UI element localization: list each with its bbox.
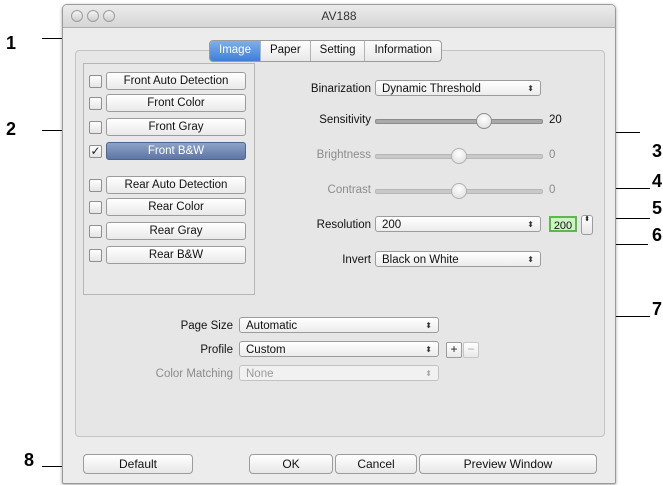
- profile-popup[interactable]: Custom ⬍: [239, 341, 439, 357]
- tab-information[interactable]: Information: [364, 41, 441, 61]
- callout-1: 1: [6, 33, 17, 53]
- page-size-popup[interactable]: Automatic ⬍: [239, 317, 439, 333]
- source-row: ✓ Front B&W: [84, 142, 254, 160]
- sensitivity-slider[interactable]: [375, 119, 543, 124]
- source-button-rear-color[interactable]: Rear Color: [106, 198, 246, 216]
- source-row: Front Color: [84, 94, 254, 112]
- source-checkbox[interactable]: [89, 225, 102, 238]
- tab-setting[interactable]: Setting: [309, 41, 365, 61]
- binarization-popup[interactable]: Dynamic Threshold ⬍: [375, 80, 541, 96]
- source-row: Rear Gray: [84, 222, 254, 240]
- binarization-value: Dynamic Threshold: [382, 83, 481, 95]
- profile-value: Custom: [246, 344, 286, 356]
- brightness-label: Brightness: [316, 149, 371, 161]
- tab-paper[interactable]: Paper: [259, 41, 310, 61]
- source-checkbox[interactable]: [89, 75, 102, 88]
- sensitivity-label: Sensitivity: [319, 114, 371, 126]
- source-button-rear-bw[interactable]: Rear B&W: [106, 246, 246, 264]
- scanner-dialog-window: AV188 Image Paper Setting Information Fr…: [62, 4, 616, 484]
- source-checkbox[interactable]: [89, 201, 102, 214]
- contrast-value: 0: [549, 184, 556, 196]
- page-size-label: Page Size: [180, 320, 233, 332]
- callout-8: 8: [24, 450, 35, 470]
- callout-5: 5: [652, 198, 663, 218]
- source-checkbox-checked[interactable]: ✓: [89, 145, 102, 158]
- invert-label: Invert: [342, 254, 371, 266]
- tab-image[interactable]: Image: [210, 41, 260, 61]
- remove-profile-button[interactable]: −: [463, 342, 479, 358]
- source-button-front-auto-detection[interactable]: Front Auto Detection: [106, 72, 246, 90]
- resolution-popup[interactable]: 200 ⬍: [375, 216, 541, 232]
- color-matching-label: Color Matching: [155, 368, 233, 380]
- callout-3: 3: [652, 141, 663, 161]
- add-profile-button[interactable]: +: [446, 342, 462, 358]
- resolution-label: Resolution: [316, 219, 371, 231]
- cancel-button[interactable]: Cancel: [335, 454, 417, 474]
- source-row: Front Gray: [84, 118, 254, 136]
- callout-7: 7: [652, 299, 663, 319]
- preview-window-button[interactable]: Preview Window: [419, 454, 597, 474]
- updown-arrows-icon: ⬍: [527, 220, 534, 229]
- source-checkbox[interactable]: [89, 97, 102, 110]
- source-button-front-color[interactable]: Front Color: [106, 94, 246, 112]
- callout-4: 4: [652, 171, 663, 191]
- source-button-front-bw[interactable]: Front B&W: [106, 142, 246, 160]
- source-row: Rear B&W: [84, 246, 254, 264]
- brightness-slider-knob[interactable]: [451, 148, 467, 164]
- source-button-rear-gray[interactable]: Rear Gray: [106, 222, 246, 240]
- custom-resolution-field[interactable]: 200: [549, 216, 577, 232]
- contrast-label: Contrast: [327, 184, 371, 196]
- source-button-front-gray[interactable]: Front Gray: [106, 118, 246, 136]
- color-matching-value: None: [246, 368, 274, 380]
- profile-label: Profile: [200, 344, 233, 356]
- updown-arrows-icon: ⬍: [425, 321, 432, 330]
- brightness-value: 0: [549, 149, 556, 161]
- invert-popup[interactable]: Black on White ⬍: [375, 251, 541, 267]
- source-checkbox[interactable]: [89, 249, 102, 262]
- invert-value: Black on White: [382, 254, 459, 266]
- source-checkbox[interactable]: [89, 121, 102, 134]
- source-checkbox[interactable]: [89, 179, 102, 192]
- title-bar: AV188: [63, 5, 615, 28]
- sensitivity-slider-knob[interactable]: [475, 113, 492, 129]
- source-button-rear-auto-detection[interactable]: Rear Auto Detection: [106, 176, 246, 194]
- tab-bar: Image Paper Setting Information: [209, 40, 442, 62]
- updown-arrows-icon: ⬍: [527, 84, 534, 93]
- updown-arrows-icon: ⬍: [425, 369, 432, 378]
- resolution-stepper-icon[interactable]: ⬍: [581, 215, 593, 235]
- ok-button[interactable]: OK: [249, 454, 333, 474]
- updown-arrows-icon: ⬍: [527, 255, 534, 264]
- updown-arrows-icon: ⬍: [425, 345, 432, 354]
- default-button[interactable]: Default: [83, 454, 193, 474]
- contrast-slider-knob[interactable]: [451, 183, 467, 199]
- color-matching-popup[interactable]: None ⬍: [239, 365, 439, 381]
- callout-2: 2: [6, 119, 17, 139]
- binarization-label: Binarization: [310, 83, 371, 95]
- source-row: Front Auto Detection: [84, 72, 254, 90]
- window-title: AV188: [321, 9, 357, 23]
- page-size-value: Automatic: [246, 320, 298, 332]
- source-row: Rear Auto Detection: [84, 176, 254, 194]
- resolution-value: 200: [382, 219, 402, 231]
- source-row: Rear Color: [84, 198, 254, 216]
- image-source-list: Front Auto Detection Front Color Front G…: [83, 63, 255, 295]
- callout-6: 6: [652, 225, 663, 245]
- sensitivity-value: 20: [549, 114, 562, 126]
